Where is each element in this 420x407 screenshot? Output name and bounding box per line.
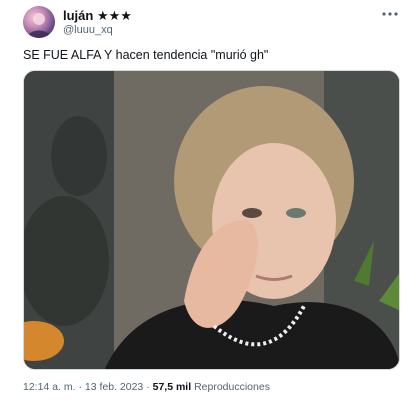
views-label: Reproducciones (194, 381, 270, 393)
tweet-photo[interactable] (23, 70, 400, 370)
display-name[interactable]: luján ★★★ (63, 8, 132, 24)
avatar-photo (27, 13, 51, 38)
tweet-date[interactable]: 13 feb. 2023 (85, 381, 143, 393)
views-count: 57,5 mil (152, 381, 192, 393)
meta-separator: · (146, 381, 150, 393)
photo-illustration (24, 71, 399, 369)
tweet-time[interactable]: 12:14 a. m. (23, 381, 76, 393)
avatar[interactable] (23, 6, 55, 38)
more-options-icon[interactable] (380, 6, 400, 22)
tweet-text: SE FUE ALFA Y hacen tendencia "murió gh" (23, 48, 269, 62)
tweet-meta: 12:14 a. m. · 13 feb. 2023 · 57,5 mil Re… (23, 381, 270, 393)
tweet-card: luján ★★★ @luuu_xq SE FUE ALFA Y hacen t… (0, 0, 420, 407)
handle[interactable]: @luuu_xq (63, 24, 113, 36)
meta-separator: · (78, 381, 82, 393)
